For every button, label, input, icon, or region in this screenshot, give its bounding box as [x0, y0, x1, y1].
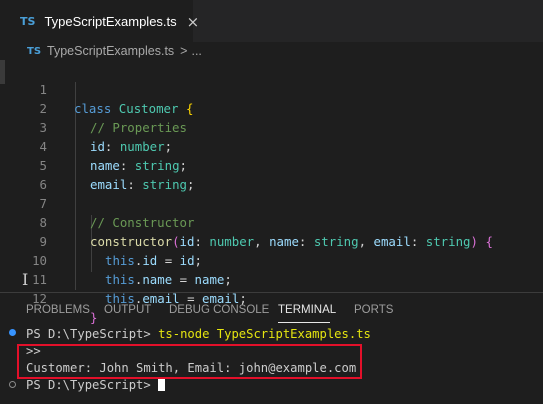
code-line-10: 10 this.name = name; — [32, 253, 232, 287]
code-line-2: 2 // Properties — [39, 101, 187, 135]
command-success-icon[interactable] — [9, 329, 16, 336]
typescript-file-icon: TS — [27, 45, 42, 57]
code-line-12: 12 } — [32, 291, 98, 325]
breadcrumb: TS TypeScriptExamples.ts > ... — [0, 42, 543, 60]
terminal-line-1: PS D:\TypeScript> ts-node TypeScriptExam… — [26, 327, 371, 341]
tab-output[interactable]: OUTPUT — [104, 304, 151, 316]
code-line-11: 11 this.email = email; — [32, 272, 247, 306]
code-editor[interactable]: 1 class Customer { 2 // Properties 3 id:… — [0, 60, 543, 325]
terminal-cursor — [158, 377, 166, 391]
tab-terminal[interactable]: TERMINAL — [278, 304, 336, 316]
code-line-3: 3 id: number; — [39, 120, 173, 154]
tab-title: TypeScriptExamples.ts — [44, 14, 177, 29]
panel-tab-bar: PROBLEMS OUTPUT DEBUG CONSOLE TERMINAL P… — [0, 293, 543, 323]
command-pending-icon[interactable] — [9, 381, 16, 388]
highlight-box — [17, 344, 362, 379]
tab-debug-console[interactable]: DEBUG CONSOLE — [169, 304, 269, 316]
terminal-line-4: PS D:\TypeScript> — [26, 377, 166, 394]
breadcrumb-file[interactable]: TypeScriptExamples.ts — [47, 44, 174, 58]
tab-typescriptexamples[interactable]: TS TypeScriptExamples.ts × — [0, 0, 199, 42]
chevron-right-icon: > — [180, 44, 188, 58]
code-line-9: 9 this.id = id; — [39, 234, 203, 268]
tab-problems[interactable]: PROBLEMS — [26, 304, 90, 316]
typescript-file-icon: TS — [20, 15, 36, 28]
code-line-8: 8 constructor(id: number, name: string, … — [39, 215, 493, 249]
breadcrumb-ellipsis[interactable]: ... — [191, 44, 201, 58]
code-line-4: 4 name: string; — [39, 139, 187, 173]
code-line-7: 7 // Constructor — [39, 196, 195, 230]
code-line-1: 1 class Customer { — [39, 82, 194, 116]
code-line-5: 5 email: string; — [39, 158, 195, 192]
code-line-6: 6 — [0, 156, 543, 192]
close-icon[interactable]: × — [187, 13, 200, 31]
tab-ports[interactable]: PORTS — [354, 304, 393, 316]
text-cursor-icon: I — [22, 270, 29, 289]
editor-tab-bar: TS TypeScriptExamples.ts × — [0, 0, 543, 42]
